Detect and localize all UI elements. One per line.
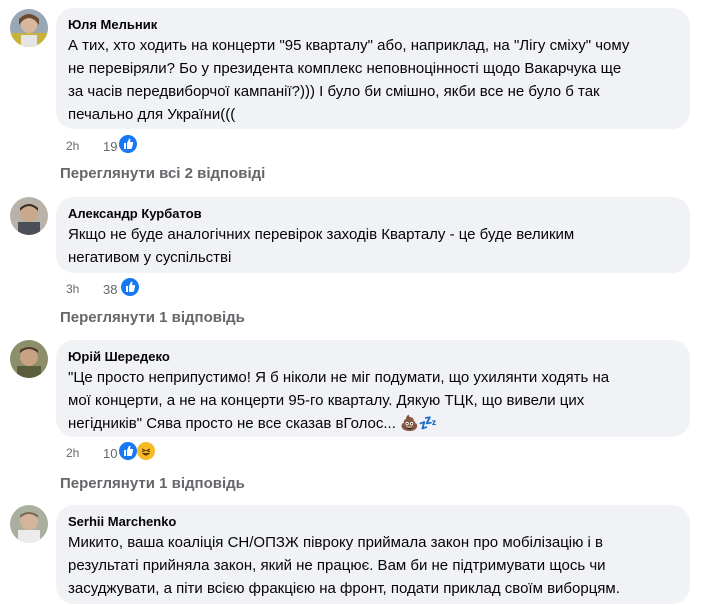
comment-text-line: засуджувати, а піти всією фракцією на фр… [68, 580, 620, 597]
like-icon [119, 442, 137, 460]
like-icon [119, 135, 137, 153]
comment-author[interactable]: Юля Мельник [68, 16, 678, 33]
avatar[interactable] [10, 197, 48, 235]
view-replies-link[interactable]: Переглянути 1 відповідь [60, 309, 245, 326]
comment-meta: 2h 19 [66, 135, 186, 157]
comment-bubble: Serhii Marchenko Микито, ваша коаліція С… [56, 505, 690, 604]
comment-bubble: Александр Курбатов Якщо не буде аналогіч… [56, 197, 690, 273]
comment-text-line: печально для України((( [68, 106, 236, 123]
comment-bubble: Юрій Шередеко "Це просто неприпустимо! Я… [56, 340, 690, 437]
avatar[interactable] [10, 505, 48, 543]
comment-timestamp[interactable]: 2h [66, 139, 79, 153]
avatar-photo [10, 9, 48, 47]
comment-bubble: Юля Мельник А тих, хто ходить на концерт… [56, 8, 690, 129]
reaction-count[interactable]: 19 [103, 139, 117, 154]
view-replies-link[interactable]: Переглянути 1 відповідь [60, 475, 245, 492]
comment-timestamp[interactable]: 2h [66, 446, 79, 460]
reaction-count[interactable]: 10 [103, 446, 117, 461]
comment-meta: 2h 10 [66, 442, 186, 464]
laugh-icon [137, 442, 155, 460]
avatar-photo [10, 505, 48, 543]
avatar-photo [10, 340, 48, 378]
reaction-count[interactable]: 38 [103, 282, 117, 297]
comment-text-line: А тих, хто ходить на концерти "95 кварта… [68, 37, 630, 54]
comment-text-line: "Це просто неприпустимо! Я б ніколи не м… [68, 369, 610, 386]
comment-author[interactable]: Юрій Шередеко [68, 348, 678, 365]
comment-text-line: результаті прийняла закон, який не працю… [68, 557, 606, 574]
comment-timestamp[interactable]: 3h [66, 282, 79, 296]
comment-text-line: Якщо не буде аналогічних перевірок заход… [68, 226, 575, 243]
view-replies-link[interactable]: Переглянути всі 2 відповіді [60, 165, 265, 182]
like-icon [121, 278, 139, 296]
comment-text-line: негідників" Сява просто не все сказав вГ… [68, 415, 438, 432]
comment-text-line: мої концерти, а не на концерти 95-го ква… [68, 392, 585, 409]
comment-text-line: Микито, ваша коаліція СН/ОПЗЖ півроку пр… [68, 534, 604, 551]
comment-author[interactable]: Serhii Marchenko [68, 513, 678, 530]
avatar-photo [10, 197, 48, 235]
comment-author[interactable]: Александр Курбатов [68, 205, 678, 222]
comment-text-line: не перевіряли? Бо у президента комплекс … [68, 60, 622, 77]
comment-text-line: за часів передвиборчої кампанії?))) І бу… [68, 83, 600, 100]
comment-meta: 3h 38 [66, 278, 186, 300]
avatar[interactable] [10, 340, 48, 378]
comment-text-line: негативом у суспільстві [68, 249, 232, 266]
avatar[interactable] [10, 9, 48, 47]
